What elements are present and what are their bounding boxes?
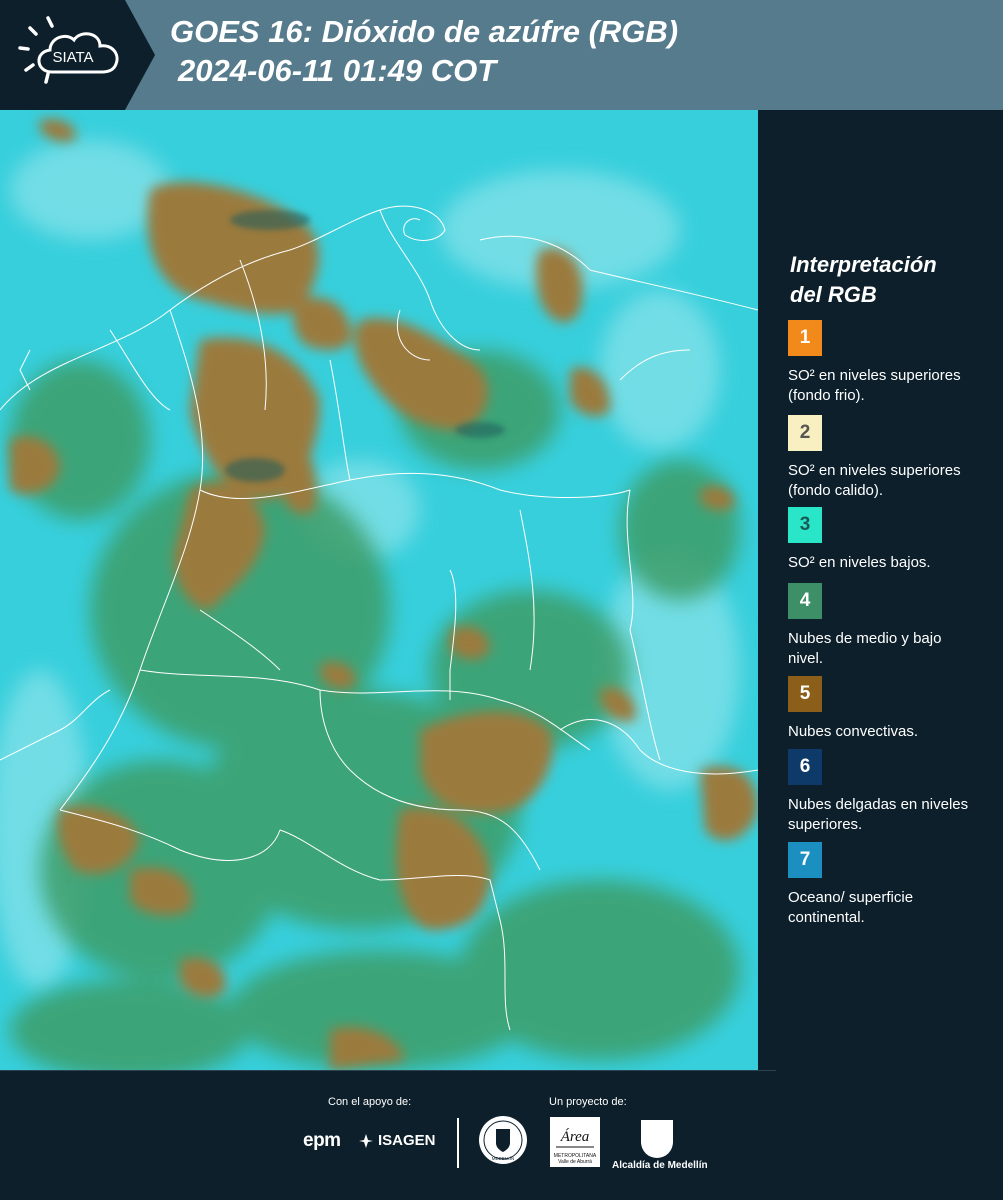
footer-vertical-divider — [457, 1118, 459, 1168]
footer-divider — [0, 1070, 776, 1071]
page-title: GOES 16: Dióxido de azúfre (RGB) — [170, 14, 679, 49]
legend-label: Oceano/ superficie continental. — [788, 889, 914, 926]
legend-item-3: 3 SO² en niveles bajos. — [788, 507, 988, 573]
legend-swatch: 6 — [788, 749, 822, 785]
support-label: Con el apoyo de: — [328, 1096, 412, 1108]
legend-label: SO² en niveles superiores (fondo calido)… — [788, 462, 961, 499]
isagen-logo-text: ISAGEN — [378, 1132, 436, 1149]
legend-swatch: 2 — [788, 415, 822, 451]
seal-text: MEDELLÍN — [492, 1155, 515, 1161]
legend-item-1: 1 SO² en niveles superiores (fondo frio)… — [788, 320, 988, 406]
legend-number: 3 — [799, 514, 811, 535]
legend-label: Nubes delgadas en niveles superiores. — [788, 796, 969, 833]
satellite-map[interactable] — [0, 110, 758, 1070]
legend-item-6: 6 Nubes delgadas en niveles superiores. — [788, 749, 988, 835]
legend-item-4: 4 Nubes de medio y bajo nivel. — [788, 583, 988, 669]
project-label: Un proyecto de: — [549, 1096, 627, 1108]
legend-swatch: 3 — [788, 507, 822, 543]
legend-number: 6 — [799, 756, 811, 777]
isagen-logo: ISAGEN — [358, 1132, 436, 1149]
legend-title: Interpretación del RGB — [790, 250, 990, 310]
legend-item-7: 7 Oceano/ superficie continental. — [788, 842, 988, 928]
legend-number: 7 — [799, 849, 811, 870]
legend-swatch: 4 — [788, 583, 822, 619]
epm-logo: epm — [303, 1130, 341, 1151]
legend-label: SO² en niveles superiores (fondo frio). — [788, 367, 961, 404]
legend-label: Nubes convectivas. — [788, 723, 919, 740]
amva-sub-text: METROPOLITANA Valle de Aburrá — [553, 1153, 597, 1165]
amva-logo: Área METROPOLITANA Valle de Aburrá — [550, 1117, 600, 1167]
timestamp: 2024-06-11 01:49 COT — [178, 53, 497, 88]
legend-label: Nubes de medio y bajo nivel. — [788, 630, 942, 667]
legend-title-line2: del RGB — [790, 282, 877, 307]
amva-logo-text: Área — [560, 1128, 590, 1145]
logo-text: SIATA — [52, 49, 93, 66]
legend-swatch: 1 — [788, 320, 822, 356]
legend-panel: Interpretación del RGB 1 SO² en niveles … — [758, 110, 1003, 1070]
legend-item-2: 2 SO² en niveles superiores (fondo calid… — [788, 415, 988, 501]
medellin-seal: MEDELLÍN — [478, 1115, 528, 1170]
alcaldia-label: Alcaldía de Medellín — [612, 1160, 708, 1171]
siata-logo: SIATA — [0, 0, 155, 110]
alcaldia-shield-icon — [641, 1120, 673, 1158]
footer: Con el apoyo de: Un proyecto de: epm ISA… — [0, 1070, 1003, 1200]
legend-swatch: 5 — [788, 676, 822, 712]
legend-item-5: 5 Nubes convectivas. — [788, 676, 988, 742]
isagen-icon — [359, 1133, 373, 1148]
legend-title-line1: Interpretación — [790, 252, 937, 277]
legend-number: 1 — [799, 327, 811, 348]
legend-label: SO² en niveles bajos. — [788, 554, 931, 571]
legend-number: 5 — [799, 683, 811, 704]
legend-number: 2 — [799, 422, 811, 443]
header: SIATA GOES 16: Dióxido de azúfre (RGB) 2… — [0, 0, 1003, 110]
legend-swatch: 7 — [788, 842, 822, 878]
legend-number: 4 — [799, 590, 811, 611]
